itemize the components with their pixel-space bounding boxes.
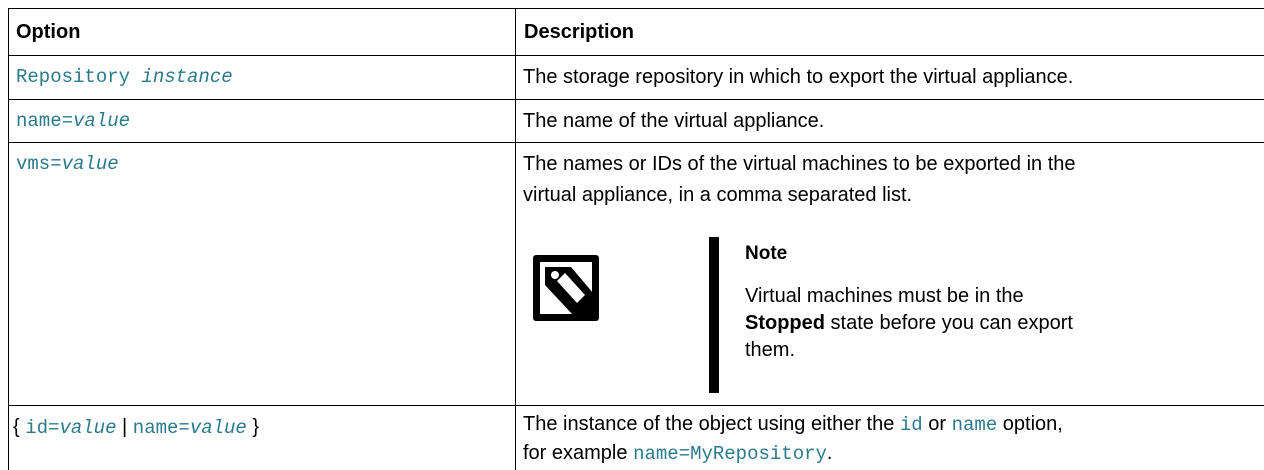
option-variable: value bbox=[73, 110, 131, 132]
option-code: vms= bbox=[16, 153, 62, 175]
options-table: Option Description Repository instance T… bbox=[0, 0, 1264, 470]
table-row-option: name=value bbox=[16, 106, 130, 136]
row-divider bbox=[8, 142, 1264, 143]
note-body: Virtual machines must be in the Stopped … bbox=[745, 285, 1073, 361]
note-tag-icon bbox=[533, 255, 599, 321]
table-row-option: Repository instance bbox=[16, 62, 233, 92]
option-code: Repository bbox=[16, 66, 142, 88]
table-row-option: vms=value bbox=[16, 149, 119, 179]
table-border-top bbox=[8, 8, 1264, 9]
row-divider bbox=[8, 99, 1264, 100]
column-divider bbox=[515, 8, 516, 470]
table-row-description: The storage repository in which to expor… bbox=[523, 66, 1074, 88]
table-row-option: { id=value | name=value } bbox=[13, 416, 260, 439]
note-bold-state: Stopped bbox=[745, 312, 825, 334]
table-row-description-line: for example name=MyRepository. bbox=[523, 442, 833, 465]
table-row-description-line: The instance of the object using either … bbox=[523, 413, 1063, 436]
table-row-description: The name of the virtual appliance. bbox=[523, 110, 825, 132]
option-variable: instance bbox=[141, 66, 233, 88]
header-description: Description bbox=[524, 21, 635, 43]
row-divider bbox=[8, 405, 1264, 406]
option-code: name= bbox=[16, 110, 74, 132]
table-row-description-line: virtual appliance, in a comma separated … bbox=[523, 184, 913, 206]
row-divider bbox=[8, 55, 1264, 56]
table-border-left bbox=[8, 8, 9, 470]
header-option: Option bbox=[16, 21, 81, 43]
note-sidebar bbox=[709, 237, 719, 393]
table-row-description-line: The names or IDs of the virtual machines… bbox=[523, 153, 1076, 175]
note-title: Note bbox=[745, 243, 788, 264]
option-variable: value bbox=[61, 153, 119, 175]
